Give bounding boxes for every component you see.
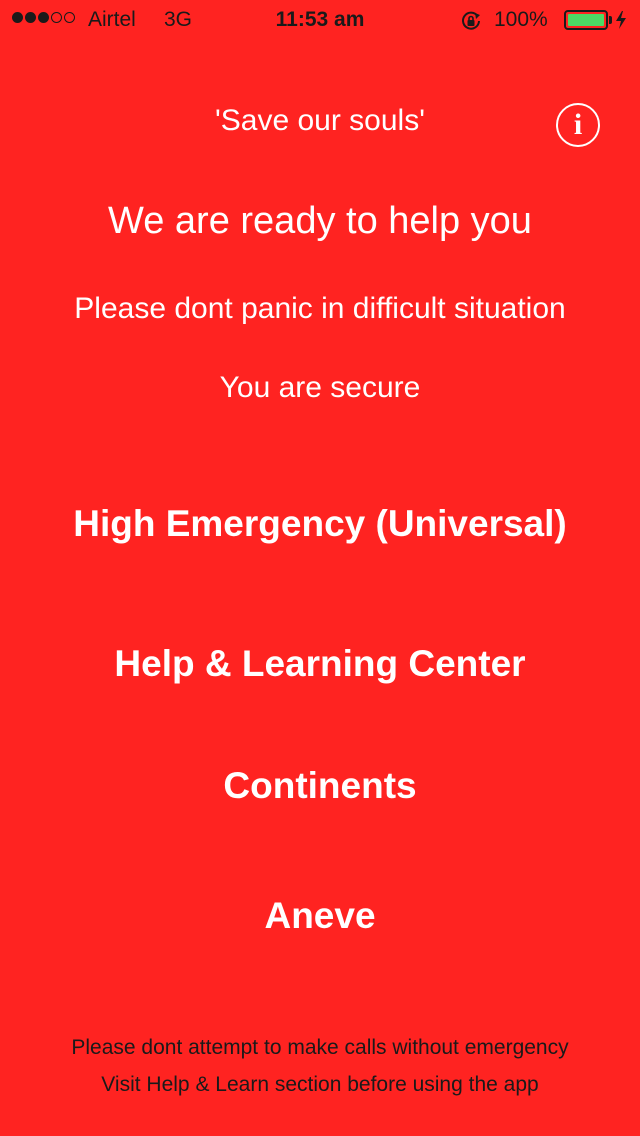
info-icon: i [573, 108, 583, 141]
screen: Airtel 3G 11:53 am 100% 'Save our souls'… [0, 0, 640, 1136]
orientation-lock-icon [462, 11, 480, 30]
high-emergency-button[interactable]: High Emergency (Universal) [0, 503, 640, 545]
battery-icon [564, 10, 608, 30]
footer-hint: Visit Help & Learn section before using … [101, 1073, 539, 1096]
reassurance-line-2: You are secure [219, 371, 421, 404]
footer-warning: Please dont attempt to make calls withou… [71, 1036, 569, 1059]
headline: We are ready to help you [108, 200, 532, 242]
charging-icon [616, 11, 626, 29]
continents-button[interactable]: Continents [0, 765, 640, 807]
battery-tip [609, 16, 612, 24]
status-bar: Airtel 3G 11:53 am 100% [0, 0, 640, 40]
aneve-button[interactable]: Aneve [0, 895, 640, 937]
help-learning-center-button[interactable]: Help & Learning Center [0, 643, 640, 685]
info-button[interactable]: i [556, 103, 600, 147]
page-title: 'Save our souls' [215, 104, 425, 137]
battery-percent: 100% [494, 8, 548, 31]
reassurance-line-1: Please dont panic in difficult situation [74, 292, 566, 325]
battery-level [568, 14, 604, 26]
